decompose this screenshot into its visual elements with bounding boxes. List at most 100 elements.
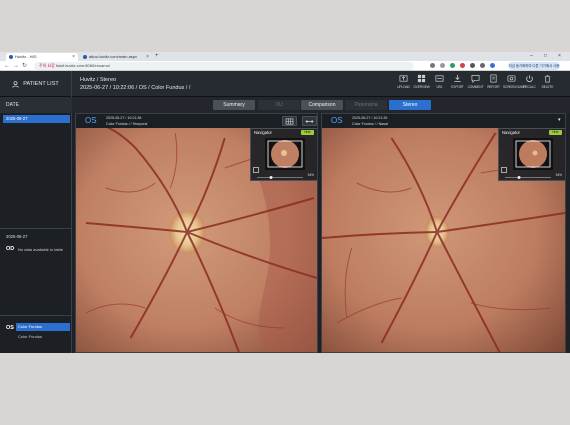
breadcrumb-detail: 2025-06-27 / 10:22:06 / OS / Color Fundu… xyxy=(80,85,191,91)
maximize-icon[interactable]: □ xyxy=(544,52,547,61)
close-window-icon[interactable]: × xyxy=(558,52,561,61)
downloads-icon[interactable] xyxy=(480,63,485,68)
browser-tab-active[interactable]: Huvitz - HIG × xyxy=(6,53,78,61)
sync-button[interactable]: 지금 동기화하여 다른 기기에서 사용 xyxy=(508,62,560,70)
url-label: URL xyxy=(436,85,443,89)
sync-scroll-button[interactable] xyxy=(302,116,317,126)
zoom-percent: 34% xyxy=(555,173,562,177)
grid-view-button[interactable] xyxy=(282,116,297,126)
browser-tabbar: Huvitz - HIG × atlus.huvitz.com/main.asp… xyxy=(0,52,570,61)
extension-icon[interactable] xyxy=(450,63,455,68)
url-icon xyxy=(435,75,444,82)
overview-icon xyxy=(417,74,426,83)
forward-icon[interactable]: → xyxy=(13,62,19,70)
browser-tab-label: atlus.huvitz.com/main.aspx xyxy=(89,54,138,59)
os-exam-item-selected[interactable]: Color Fundus xyxy=(16,323,70,331)
right-image-pane: OS 2025-06-27 / 10:21:39 Color Fundus / … xyxy=(321,113,566,353)
tab-ou: OU xyxy=(258,100,300,110)
tab-stereo[interactable]: Stereo xyxy=(389,100,431,110)
export-icon xyxy=(454,74,461,83)
tab-summary[interactable]: Summary xyxy=(213,100,255,110)
export-button[interactable]: EXPORT xyxy=(449,74,466,95)
url-button[interactable]: URL xyxy=(431,74,448,95)
delete-icon xyxy=(544,74,551,83)
security-warning: 주의 요함 xyxy=(39,63,55,68)
extensions-icon[interactable] xyxy=(470,63,475,68)
extension-icon[interactable] xyxy=(460,63,465,68)
close-tab-icon[interactable]: × xyxy=(72,53,75,61)
recalc-button[interactable]: RECALC xyxy=(521,74,538,95)
reload-icon[interactable]: ↻ xyxy=(22,62,27,70)
right-timestamp: 2025-06-27 / 10:21:39 xyxy=(352,116,388,120)
upload-button[interactable]: UPLOAD xyxy=(395,74,412,95)
fit-to-window-icon[interactable] xyxy=(501,167,507,173)
screen-dump-label: SCREEN DUMP xyxy=(503,85,526,89)
left-navigator-panel: Navigator Hide 34% xyxy=(250,128,317,181)
breadcrumb-title: Huvitz / Stereo xyxy=(80,77,117,83)
screen-dump-icon xyxy=(507,75,516,82)
od-label: OD xyxy=(6,246,15,252)
navigator-hide-button[interactable]: Hide xyxy=(301,130,314,135)
favicon-icon xyxy=(83,55,87,59)
right-eye-label: OS xyxy=(331,116,343,125)
fit-to-window-icon[interactable] xyxy=(253,167,259,173)
navigator-hide-button[interactable]: Hide xyxy=(549,130,562,135)
screen-dump-button[interactable]: SCREEN DUMP xyxy=(503,74,526,95)
patient-list-button[interactable]: PATIENT LIST xyxy=(0,71,72,97)
os-exam-item[interactable]: Color Fundus xyxy=(18,334,42,339)
minimize-icon[interactable]: – xyxy=(530,52,533,61)
chevron-down-icon[interactable]: ▾ xyxy=(558,117,561,123)
navigator-title: Navigator xyxy=(254,130,272,135)
right-description: Color Fundus / / Nasal xyxy=(352,122,388,126)
date-sidebar: DATE 2025-06-27 2025-06-27 OD No data av… xyxy=(0,97,72,353)
delete-label: DELETE xyxy=(541,85,554,89)
right-pane-toolbar: OS 2025-06-27 / 10:21:39 Color Fundus / … xyxy=(322,114,565,128)
grid-icon xyxy=(285,118,294,124)
tab-comparison[interactable]: Comparison xyxy=(301,100,343,110)
report-button[interactable]: REPORT xyxy=(485,74,502,95)
right-navigator-panel: Navigator Hide 34% xyxy=(498,128,565,181)
profile-avatar[interactable] xyxy=(490,63,495,68)
comment-label: COMMENT xyxy=(467,85,484,89)
recalc-label: RECALC xyxy=(523,85,536,89)
left-timestamp: 2025-06-27 / 10:21:38 xyxy=(106,116,142,120)
navigator-thumbnail[interactable] xyxy=(265,138,305,170)
overview-button[interactable]: OVERVIEW xyxy=(413,74,430,95)
url-text: fsisit.huvitz.com:8080/reuamo/ xyxy=(55,63,110,68)
divider xyxy=(0,315,72,316)
back-icon[interactable]: ← xyxy=(4,62,10,70)
left-image-pane: OS 2025-06-27 / 10:21:38 Color Fundus / … xyxy=(75,113,318,353)
divider xyxy=(0,228,72,229)
exam-date-label: 2025-06-27 xyxy=(6,234,28,239)
left-pane-toolbar: OS 2025-06-27 / 10:21:38 Color Fundus / … xyxy=(76,114,317,128)
left-description: Color Fundus / / Temporal xyxy=(106,122,148,126)
tab-panorama: Panorama xyxy=(345,100,387,110)
browser-addressbar: ← → ↻ 주의 요함 fsisit.huvitz.com:8080/reuam… xyxy=(0,61,570,71)
navigator-thumbnail[interactable] xyxy=(513,138,553,170)
delete-button[interactable]: DELETE xyxy=(539,74,556,95)
recalc-icon xyxy=(526,75,533,83)
date-list-item-selected[interactable]: 2025-06-27 xyxy=(3,115,70,123)
os-label: OS xyxy=(6,325,14,331)
view-tabs: Summary OU Comparison Panorama Stereo xyxy=(72,97,570,113)
url-field[interactable]: 주의 요함 fsisit.huvitz.com:8080/reuamo/ xyxy=(34,62,414,70)
overview-label: OVERVIEW xyxy=(413,85,430,89)
upload-label: UPLOAD xyxy=(397,85,410,89)
new-tab-icon[interactable]: + xyxy=(155,52,159,61)
translate-icon[interactable] xyxy=(430,63,435,68)
zoom-percent: 34% xyxy=(307,173,314,177)
arrows-horizontal-icon xyxy=(305,119,314,123)
zoom-slider[interactable] xyxy=(257,176,303,179)
upload-icon xyxy=(399,75,408,82)
bookmark-icon[interactable] xyxy=(440,63,445,68)
zoom-slider[interactable] xyxy=(505,176,551,179)
navigator-title: Navigator xyxy=(502,130,520,135)
comment-button[interactable]: COMMENT xyxy=(467,74,484,95)
export-label: EXPORT xyxy=(451,85,464,89)
screenshot-area: Huvitz - HIG × atlus.huvitz.com/main.asp… xyxy=(0,52,570,353)
od-empty-message: No data available in table xyxy=(18,247,63,252)
browser-tab-inactive[interactable]: atlus.huvitz.com/main.aspx × xyxy=(80,53,152,61)
report-icon xyxy=(490,74,497,83)
left-eye-label: OS xyxy=(85,116,97,125)
close-tab-icon[interactable]: × xyxy=(146,53,149,61)
